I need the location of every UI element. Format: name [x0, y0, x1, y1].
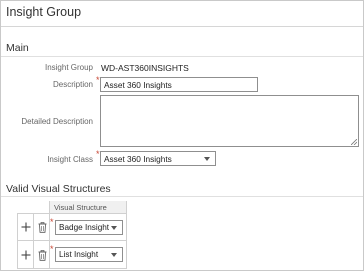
required-marker: *: [96, 75, 100, 85]
add-row-button[interactable]: [20, 249, 32, 261]
visual-structure-value: List Insight: [59, 250, 99, 259]
add-row-icon: [21, 250, 31, 260]
add-row-icon: [21, 222, 31, 232]
insight-group-label: Insight Group: [44, 63, 93, 72]
valid-visual-structures-divider: [1, 196, 363, 197]
delete-row-button[interactable]: [36, 249, 48, 261]
detailed-description-textarea[interactable]: [100, 95, 359, 147]
detailed-description-label: Detailed Description: [21, 117, 93, 126]
required-marker: *: [50, 217, 54, 227]
header-delete-column: [33, 201, 50, 214]
valid-visual-structures-header: Valid Visual Structures: [6, 183, 111, 195]
visual-structure-value: Badge Insight: [59, 223, 110, 232]
delete-row-button[interactable]: [36, 221, 48, 233]
chevron-down-icon: [111, 226, 117, 230]
visual-structures-table: Visual Structure * Badge Insight * List …: [17, 201, 127, 269]
required-marker: *: [50, 244, 54, 254]
chevron-down-icon: [111, 253, 117, 257]
main-section-header: Main: [6, 42, 29, 54]
visual-structure-select[interactable]: List Insight: [55, 247, 123, 262]
resize-grip-icon[interactable]: [351, 139, 357, 145]
insight-class-selected-value: Asset 360 Insights: [104, 154, 172, 164]
description-label: Description: [52, 80, 93, 89]
title-divider: [1, 26, 363, 27]
visual-structure-select[interactable]: Badge Insight: [55, 220, 123, 235]
page-title: Insight Group: [6, 5, 82, 19]
add-row-button[interactable]: [20, 221, 32, 233]
header-add-column: [17, 201, 34, 214]
delete-row-icon: [38, 249, 46, 261]
insight-class-label: Insight Class: [47, 155, 93, 164]
delete-row-icon: [38, 221, 46, 233]
insight-class-select[interactable]: Asset 360 Insights: [100, 151, 216, 166]
required-marker: *: [96, 149, 100, 159]
main-section-divider: [1, 56, 363, 57]
description-input[interactable]: Asset 360 Insights: [100, 77, 258, 92]
visual-structure-column-header: Visual Structure: [50, 201, 127, 214]
chevron-down-icon: [204, 157, 210, 161]
insight-group-panel: Insight Group Main Insight Group WD-AST3…: [0, 0, 364, 271]
insight-group-value: WD-AST360INSIGHTS: [101, 63, 189, 73]
